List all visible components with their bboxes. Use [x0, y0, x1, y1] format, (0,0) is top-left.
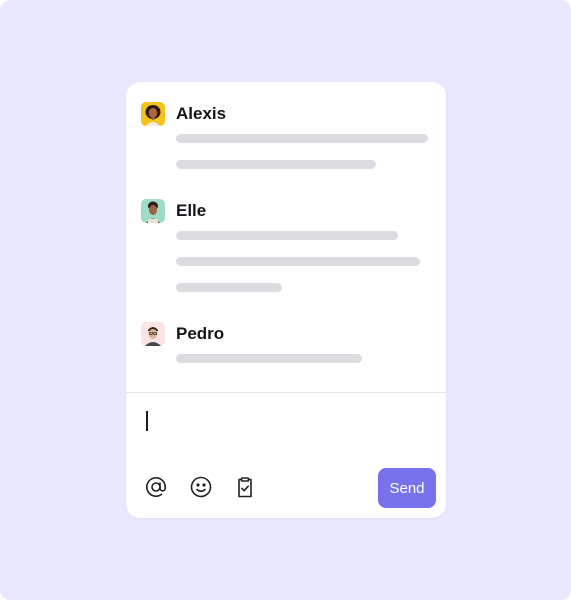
message-author: Elle	[176, 201, 207, 220]
avatar-alexis[interactable]	[141, 102, 165, 126]
message-composer[interactable]: Send	[126, 393, 446, 518]
avatar-pedro[interactable]	[141, 322, 165, 346]
message-text-placeholder	[176, 283, 282, 292]
at-icon[interactable]	[144, 475, 168, 499]
message-text-placeholder	[176, 231, 398, 240]
message-text-placeholder	[176, 134, 428, 143]
page-background: Alexis Elle Pedro Send	[0, 0, 571, 600]
person-icon	[141, 102, 165, 126]
message-text-placeholder	[176, 160, 376, 169]
message-text-placeholder	[176, 354, 362, 363]
chat-card: Alexis Elle Pedro Send	[126, 82, 446, 518]
message-author: Alexis	[176, 104, 227, 123]
send-button[interactable]: Send	[378, 468, 436, 508]
text-cursor	[146, 411, 148, 431]
message-author: Pedro	[176, 324, 225, 343]
person-icon	[141, 199, 165, 223]
person-icon	[141, 322, 165, 346]
message-text-placeholder	[176, 257, 420, 266]
avatar-elle[interactable]	[141, 199, 165, 223]
clipboard-check-icon[interactable]	[233, 475, 257, 499]
emoji-icon[interactable]	[189, 475, 213, 499]
